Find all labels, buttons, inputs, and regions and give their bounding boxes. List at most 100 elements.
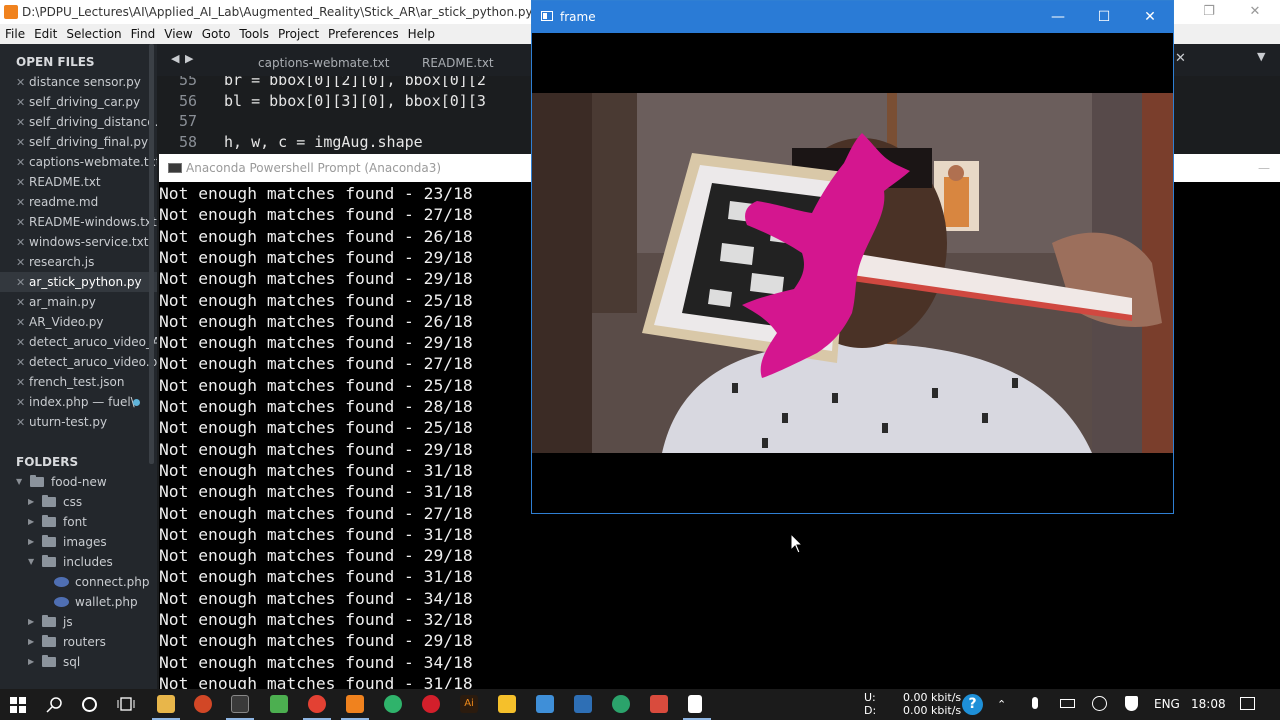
close-icon[interactable]: ✕ bbox=[1232, 0, 1278, 24]
close-file-icon[interactable]: ✕ bbox=[16, 113, 29, 132]
close-file-icon[interactable]: ✕ bbox=[16, 213, 29, 232]
tab-captions-webmate[interactable]: captions-webmate.txt bbox=[258, 51, 389, 76]
open-file-item[interactable]: ✕ readme.md bbox=[0, 192, 157, 212]
close-file-icon[interactable]: ✕ bbox=[16, 233, 29, 252]
frame-window-taskbar-icon[interactable] bbox=[688, 695, 702, 713]
microphone-icon[interactable] bbox=[1032, 697, 1038, 709]
open-file-item[interactable]: ✕ detect_aruco_video_Al bbox=[0, 332, 157, 352]
terminal-taskbar-icon[interactable] bbox=[231, 695, 249, 713]
battery-icon[interactable] bbox=[1060, 699, 1075, 708]
open-file-item[interactable]: ✕ README-windows.txt bbox=[0, 212, 157, 232]
tree-folder-item[interactable]: ▶ font bbox=[0, 512, 157, 532]
open-file-item[interactable]: ✕ self_driving_distance.p bbox=[0, 112, 157, 132]
frame-minimize-icon[interactable]: — bbox=[1035, 1, 1081, 33]
powerpoint-icon[interactable] bbox=[194, 695, 212, 713]
menu-item-edit[interactable]: Edit bbox=[29, 24, 61, 44]
open-file-item[interactable]: ✕ windows-service.txt bbox=[0, 232, 157, 252]
menu-item-goto[interactable]: Goto bbox=[197, 24, 235, 44]
tree-folder-item[interactable]: ▶ routers bbox=[0, 632, 157, 652]
language-indicator[interactable]: ENG bbox=[1154, 689, 1180, 720]
chevron-right-icon[interactable]: ▶ bbox=[28, 612, 34, 632]
chrome-icon[interactable] bbox=[308, 695, 326, 713]
close-file-icon[interactable]: ✕ bbox=[16, 333, 29, 352]
open-file-item[interactable]: ✕ ar_stick_python.py bbox=[0, 272, 157, 292]
chevron-right-icon[interactable]: ▶ bbox=[28, 532, 34, 552]
search-icon[interactable] bbox=[46, 696, 63, 713]
open-file-item[interactable]: ✕ distance sensor.py bbox=[0, 72, 157, 92]
tray-expand-icon[interactable]: ⌃ bbox=[997, 689, 1006, 720]
code-editor[interactable]: 55 br = bbox[0][2][0], bbox[0][2 56 bl = bb… bbox=[157, 76, 532, 154]
file-explorer-icon[interactable] bbox=[157, 695, 175, 713]
cortana-icon[interactable] bbox=[81, 696, 98, 713]
menu-item-help[interactable]: Help bbox=[403, 24, 439, 44]
network-globe-icon[interactable] bbox=[1092, 696, 1107, 711]
close-file-icon[interactable]: ✕ bbox=[16, 73, 29, 92]
notes-icon[interactable] bbox=[498, 695, 516, 713]
menu-item-view[interactable]: View bbox=[159, 24, 196, 44]
app-blue-icon[interactable] bbox=[574, 695, 592, 713]
close-file-icon[interactable]: ✕ bbox=[16, 393, 29, 412]
app-red-icon[interactable] bbox=[650, 695, 668, 713]
app-green-icon[interactable] bbox=[384, 695, 402, 713]
chevron-right-icon[interactable]: ▶ bbox=[28, 652, 34, 672]
open-file-item[interactable]: ✕ detect_aruco_video.py bbox=[0, 352, 157, 372]
help-icon[interactable]: ? bbox=[962, 694, 983, 715]
close-file-icon[interactable]: ✕ bbox=[16, 373, 29, 392]
open-file-item[interactable]: ✕ uturn-test.py bbox=[0, 412, 157, 432]
tab-prev-icon[interactable]: ◀ bbox=[171, 52, 179, 65]
chevron-right-icon[interactable]: ▶ bbox=[28, 632, 34, 652]
close-file-icon[interactable]: ✕ bbox=[16, 93, 29, 112]
menu-item-find[interactable]: Find bbox=[126, 24, 160, 44]
menu-item-preferences[interactable]: Preferences bbox=[323, 24, 403, 44]
sidebar-scrollbar[interactable] bbox=[149, 44, 154, 464]
chevron-down-icon[interactable]: ▼ bbox=[28, 552, 34, 572]
open-file-item[interactable]: ✕ AR_Video.py bbox=[0, 312, 157, 332]
restore-icon[interactable]: ❐ bbox=[1186, 0, 1232, 24]
camtasia-icon[interactable] bbox=[270, 695, 288, 713]
open-file-item[interactable]: ✕ ar_main.py bbox=[0, 292, 157, 312]
chevron-down-icon[interactable]: ▼ bbox=[16, 472, 22, 492]
menu-item-file[interactable]: File bbox=[0, 24, 29, 44]
tab-menu-icon[interactable]: ▼ bbox=[1257, 50, 1265, 63]
photos-icon[interactable] bbox=[536, 695, 554, 713]
open-file-item[interactable]: ✕ french_test.json bbox=[0, 372, 157, 392]
windows-start-icon[interactable] bbox=[10, 697, 26, 713]
tree-folder-item[interactable]: ▶ js bbox=[0, 612, 157, 632]
tab-close-icon[interactable]: ✕ bbox=[1175, 51, 1186, 66]
close-file-icon[interactable]: ✕ bbox=[16, 293, 29, 312]
sublime-text-icon[interactable] bbox=[346, 695, 364, 713]
menu-item-tools[interactable]: Tools bbox=[234, 24, 273, 44]
frame-maximize-icon[interactable]: ☐ bbox=[1081, 1, 1127, 33]
tab-readme[interactable]: README.txt bbox=[422, 51, 494, 76]
tree-file-item[interactable]: connect.php bbox=[0, 572, 157, 592]
close-file-icon[interactable]: ✕ bbox=[16, 253, 29, 272]
security-shield-icon[interactable] bbox=[1125, 696, 1138, 711]
opera-icon[interactable] bbox=[422, 695, 440, 713]
open-file-item[interactable]: ✕ index.php — fuel\ bbox=[0, 392, 157, 412]
tree-folder-item[interactable]: ▼ includes bbox=[0, 552, 157, 572]
task-view-icon[interactable] bbox=[117, 696, 135, 713]
chevron-right-icon[interactable]: ▶ bbox=[28, 512, 34, 532]
chevron-right-icon[interactable]: ▶ bbox=[28, 492, 34, 512]
close-file-icon[interactable]: ✕ bbox=[16, 353, 29, 372]
close-file-icon[interactable]: ✕ bbox=[16, 273, 29, 292]
close-file-icon[interactable]: ✕ bbox=[16, 193, 29, 212]
notifications-icon[interactable] bbox=[1240, 697, 1255, 710]
close-file-icon[interactable]: ✕ bbox=[16, 313, 29, 332]
close-file-icon[interactable]: ✕ bbox=[16, 133, 29, 152]
frame-close-icon[interactable]: ✕ bbox=[1127, 1, 1173, 33]
close-file-icon[interactable]: ✕ bbox=[16, 173, 29, 192]
minimize-icon[interactable]: — bbox=[1258, 154, 1270, 182]
open-file-item[interactable]: ✕ README.txt bbox=[0, 172, 157, 192]
illustrator-icon[interactable]: Ai bbox=[460, 695, 478, 713]
menu-item-selection[interactable]: Selection bbox=[61, 24, 125, 44]
tree-folder-item[interactable]: ▶ css bbox=[0, 492, 157, 512]
open-file-item[interactable]: ✕ self_driving_car.py bbox=[0, 92, 157, 112]
close-file-icon[interactable]: ✕ bbox=[16, 153, 29, 172]
tree-folder-item[interactable]: ▼ food-new bbox=[0, 472, 157, 492]
tree-folder-item[interactable]: ▶ sql bbox=[0, 652, 157, 672]
tree-file-item[interactable]: wallet.php bbox=[0, 592, 157, 612]
clock[interactable]: 18:08 bbox=[1191, 689, 1226, 720]
open-file-item[interactable]: ✕ captions-webmate.txt bbox=[0, 152, 157, 172]
open-file-item[interactable]: ✕ self_driving_final.py bbox=[0, 132, 157, 152]
